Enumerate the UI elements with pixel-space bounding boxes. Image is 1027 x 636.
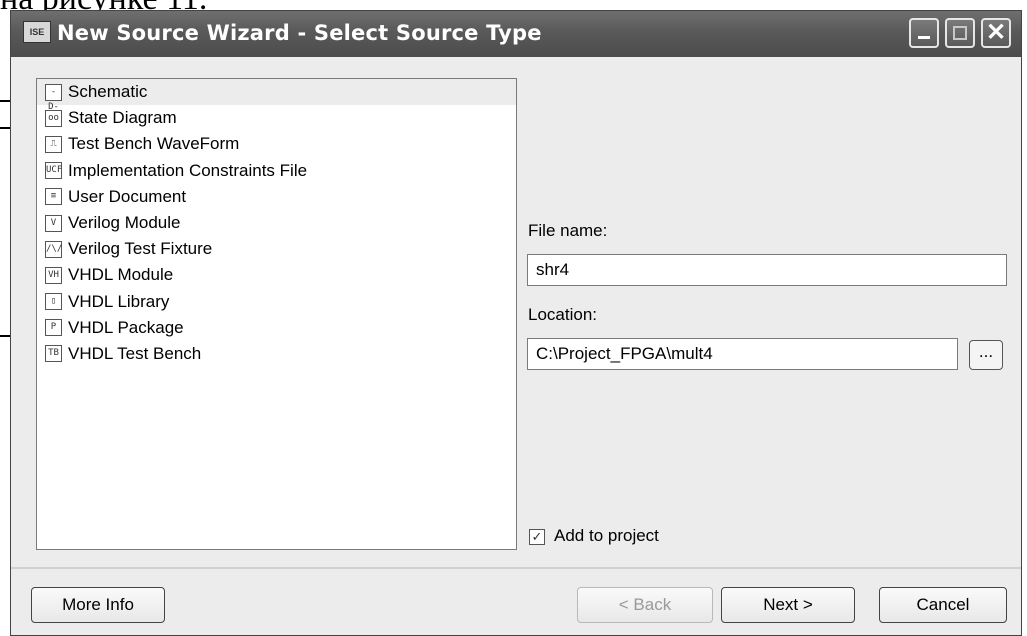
list-item-label: VHDL Library bbox=[68, 291, 170, 311]
background-mark bbox=[0, 335, 10, 337]
list-item-label: State Diagram bbox=[68, 108, 177, 128]
list-item-label: VHDL Module bbox=[68, 265, 174, 285]
list-item[interactable]: V Verilog Module bbox=[37, 210, 516, 236]
window-title: New Source Wizard - Select Source Type bbox=[57, 21, 542, 45]
list-item-label: User Document bbox=[68, 186, 187, 206]
list-item-label: Test Bench WaveForm bbox=[68, 134, 240, 154]
list-item[interactable]: -D- Schematic bbox=[37, 79, 516, 112]
vhdl-testbench-icon: TB bbox=[45, 345, 62, 363]
close-icon: ✕ bbox=[985, 19, 1007, 46]
back-button[interactable]: < Back bbox=[577, 587, 713, 623]
list-item-label: Schematic bbox=[68, 82, 148, 102]
list-item[interactable]: TB VHDL Test Bench bbox=[37, 341, 516, 367]
verilog-test-icon: /\/ bbox=[45, 240, 62, 258]
list-item[interactable]: /\/ Verilog Test Fixture bbox=[37, 236, 516, 262]
list-item[interactable]: ▯ VHDL Library bbox=[37, 289, 516, 315]
maximize-button[interactable] bbox=[945, 18, 975, 48]
list-item-label: VHDL Test Bench bbox=[68, 343, 202, 363]
maximize-icon bbox=[953, 26, 967, 40]
waveform-icon: ⎍ bbox=[45, 135, 62, 153]
list-item[interactable]: VH VHDL Module bbox=[37, 262, 516, 288]
next-button[interactable]: Next > bbox=[721, 587, 855, 623]
vhdl-package-icon: P bbox=[45, 319, 62, 337]
list-item[interactable]: UCF Implementation Constraints File bbox=[37, 158, 516, 184]
title-bar[interactable]: ISE New Source Wizard - Select Source Ty… bbox=[11, 11, 1021, 57]
file-name-label: File name: bbox=[528, 221, 608, 240]
browse-button[interactable]: ... bbox=[969, 340, 1003, 370]
new-source-wizard-dialog: ISE New Source Wizard - Select Source Ty… bbox=[10, 10, 1022, 636]
close-button[interactable]: ✕ bbox=[981, 18, 1011, 48]
minimize-button[interactable] bbox=[909, 18, 939, 48]
location-label: Location: bbox=[528, 305, 597, 324]
vhdl-module-icon: VH bbox=[45, 266, 62, 284]
footer-divider bbox=[11, 567, 1021, 569]
document-icon: ≡ bbox=[45, 188, 62, 206]
background-mark bbox=[0, 100, 10, 102]
list-item[interactable]: oo State Diagram bbox=[37, 105, 516, 131]
list-item-label: Implementation Constraints File bbox=[68, 160, 308, 180]
add-to-project-label[interactable]: Add to project bbox=[554, 526, 659, 546]
file-name-field[interactable] bbox=[527, 254, 1007, 286]
minimize-icon bbox=[918, 36, 930, 39]
list-item[interactable]: P VHDL Package bbox=[37, 315, 516, 341]
list-item-label: Verilog Module bbox=[68, 213, 181, 233]
location-field[interactable] bbox=[527, 338, 958, 370]
source-type-list[interactable]: -D- Schematic oo State Diagram ⎍ Test Bench W… bbox=[36, 78, 517, 550]
app-icon: ISE bbox=[23, 21, 51, 43]
schematic-icon: -D- bbox=[45, 83, 62, 112]
background-mark bbox=[0, 127, 10, 129]
verilog-module-icon: V bbox=[45, 214, 62, 232]
list-item-label: Verilog Test Fixture bbox=[68, 239, 213, 259]
cancel-button[interactable]: Cancel bbox=[879, 587, 1007, 623]
constraints-icon: UCF bbox=[45, 162, 62, 180]
add-to-project-checkbox[interactable]: ✓ bbox=[529, 529, 545, 545]
more-info-button[interactable]: More Info bbox=[31, 587, 165, 623]
list-item[interactable]: ≡ User Document bbox=[37, 184, 516, 210]
state-diagram-icon: oo bbox=[45, 109, 62, 127]
list-item[interactable]: ⎍ Test Bench WaveForm bbox=[37, 131, 516, 157]
vhdl-library-icon: ▯ bbox=[45, 293, 62, 311]
list-item-label: VHDL Package bbox=[68, 317, 184, 337]
